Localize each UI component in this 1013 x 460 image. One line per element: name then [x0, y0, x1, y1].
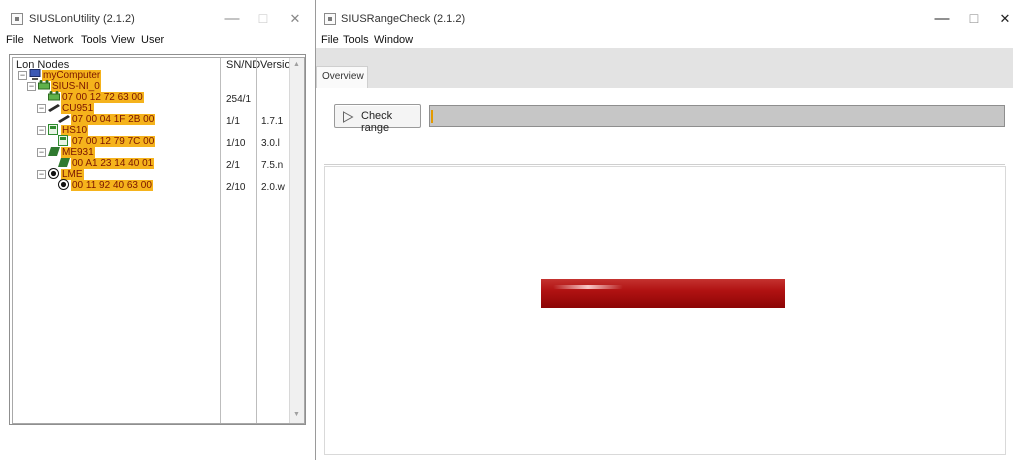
- tree-node-label[interactable]: myComputer: [42, 70, 102, 81]
- target-icon: [48, 168, 59, 179]
- hs10-device-icon: [58, 135, 68, 146]
- range-check-progress-bar: [429, 105, 1005, 127]
- version-cell: 7.5.n: [261, 160, 284, 171]
- close-button[interactable]: ✕: [994, 9, 1013, 29]
- range-check-toolbar: Check range: [324, 88, 1005, 165]
- collapse-toggle[interactable]: −: [37, 148, 46, 157]
- control-unit-icon: [58, 115, 70, 123]
- sn-nd-cell: 254/1: [226, 94, 252, 105]
- collapse-toggle[interactable]: −: [27, 82, 36, 91]
- progress-marker: [431, 110, 433, 123]
- collapse-toggle[interactable]: −: [37, 126, 46, 135]
- sn-nd-cell: 1/1: [226, 116, 240, 127]
- lon-nodes-tree[interactable]: Lon Nodes SN/ND Version − myComputer − S…: [9, 54, 306, 425]
- menu-bar: File Network Tools View User: [0, 34, 315, 48]
- hs10-device-icon: [48, 124, 58, 135]
- tree-node-label[interactable]: CU951: [61, 103, 95, 114]
- range-check-window: SIUSRangeCheck (2.1.2) — ☐ ✕ File Tools …: [315, 0, 1013, 460]
- menu-file[interactable]: File: [321, 34, 339, 46]
- vertical-scrollbar[interactable]: ▲ ▼: [289, 58, 304, 423]
- me931-device-icon: [58, 158, 70, 167]
- tree-node-label[interactable]: 07 00 04 1F 2B 00: [71, 114, 156, 125]
- column-divider[interactable]: [220, 58, 221, 423]
- version-cell: 3.0.l: [261, 138, 280, 149]
- indicator-highlight: [553, 285, 623, 289]
- sn-nd-cell: 2/1: [226, 160, 240, 171]
- version-cell: 2.0.w: [261, 182, 285, 193]
- scroll-up-arrow-icon[interactable]: ▲: [293, 61, 300, 68]
- window-title: SIUSRangeCheck (2.1.2): [341, 13, 466, 25]
- minimize-button[interactable]: —: [931, 9, 953, 29]
- sn-nd-cell: 1/10: [226, 138, 246, 149]
- network-interface-icon: [48, 91, 60, 101]
- menu-user[interactable]: User: [141, 34, 164, 46]
- menu-bar: File Tools Window: [316, 34, 1013, 48]
- version-cell: 1.7.1: [261, 116, 284, 127]
- tab-bar: Overview: [316, 48, 1013, 88]
- tree-node-label[interactable]: 00 11 92 40 63 00: [71, 180, 153, 191]
- tree-table: Lon Nodes SN/ND Version − myComputer − S…: [12, 57, 305, 424]
- collapse-toggle[interactable]: −: [37, 170, 46, 179]
- app-icon: [11, 13, 23, 25]
- menu-tools[interactable]: Tools: [81, 34, 107, 46]
- minimize-button[interactable]: —: [221, 9, 243, 29]
- me931-device-icon: [48, 147, 60, 156]
- collapse-toggle[interactable]: −: [37, 104, 46, 113]
- scroll-down-arrow-icon[interactable]: ▼: [293, 411, 300, 418]
- tree-node-label[interactable]: 07 00 12 72 63 00: [61, 92, 144, 103]
- sn-nd-cell: 2/10: [226, 182, 246, 193]
- tree-node-label[interactable]: 00 A1 23 14 40 01: [71, 158, 155, 169]
- column-divider[interactable]: [256, 58, 257, 423]
- tree-node-label[interactable]: ME931: [61, 147, 95, 158]
- menu-network[interactable]: Network: [33, 34, 73, 46]
- menu-window[interactable]: Window: [374, 34, 413, 46]
- check-range-label: Check range: [361, 110, 393, 134]
- tab-overview[interactable]: Overview: [316, 66, 368, 88]
- tree-node-label[interactable]: 07 00 12 79 7C 00: [71, 136, 156, 147]
- collapse-toggle[interactable]: −: [18, 71, 27, 80]
- maximize-button[interactable]: ☐: [252, 9, 274, 29]
- range-status-indicator: [541, 279, 785, 308]
- title-bar[interactable]: SIUSRangeCheck (2.1.2) — ☐ ✕: [316, 0, 1013, 34]
- close-button[interactable]: ✕: [284, 9, 306, 29]
- computer-icon: [29, 69, 41, 80]
- target-icon: [58, 179, 69, 190]
- check-range-button[interactable]: Check range: [334, 104, 421, 134]
- maximize-button[interactable]: ☐: [963, 9, 985, 29]
- menu-file[interactable]: File: [6, 34, 24, 46]
- app-icon: [324, 13, 336, 25]
- range-status-panel: [324, 166, 1006, 455]
- lon-utility-window: SIUSLonUtility (2.1.2) — ☐ ✕ File Networ…: [0, 0, 315, 460]
- menu-view[interactable]: View: [111, 34, 135, 46]
- menu-tools[interactable]: Tools: [343, 34, 369, 46]
- window-title: SIUSLonUtility (2.1.2): [29, 13, 135, 25]
- control-unit-icon: [48, 104, 60, 112]
- title-bar[interactable]: SIUSLonUtility (2.1.2) — ☐ ✕: [0, 0, 315, 34]
- play-icon: [343, 111, 354, 123]
- network-interface-icon: [38, 80, 50, 90]
